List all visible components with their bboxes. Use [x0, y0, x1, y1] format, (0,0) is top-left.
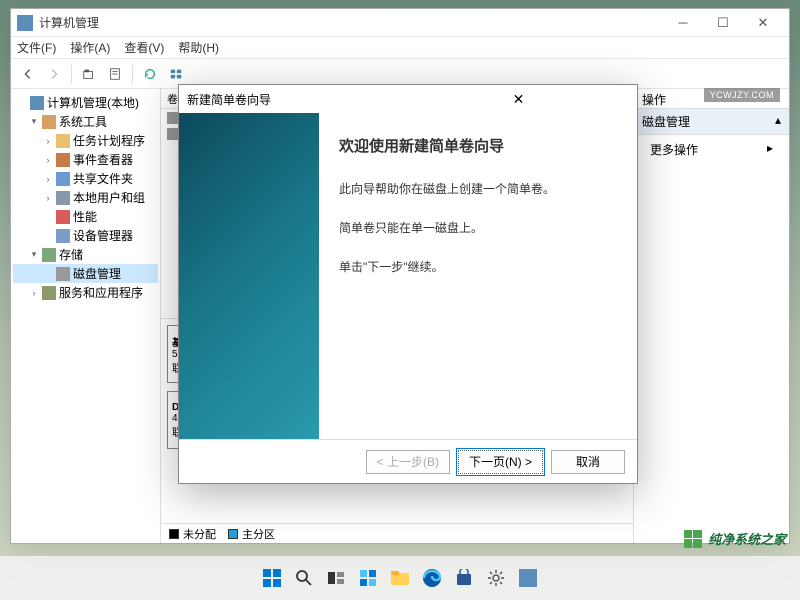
- tree-system-tools[interactable]: ▾系统工具: [13, 112, 158, 131]
- tree-root[interactable]: 计算机管理(本地): [13, 93, 158, 112]
- tree-local-users[interactable]: ›本地用户和组: [13, 188, 158, 207]
- window-title: 计算机管理: [39, 14, 663, 31]
- legend: 未分配 主分区: [161, 523, 633, 543]
- tree-task-scheduler[interactable]: ›任务计划程序: [13, 131, 158, 150]
- tree-disk-management[interactable]: 磁盘管理: [13, 264, 158, 283]
- back-button[interactable]: [17, 63, 39, 85]
- nav-tree: 计算机管理(本地) ▾系统工具 ›任务计划程序 ›事件查看器 ›共享文件夹 ›本…: [11, 89, 161, 543]
- refresh-button[interactable]: [139, 63, 161, 85]
- menu-help[interactable]: 帮助(H): [178, 39, 219, 56]
- wizard-content: 欢迎使用新建简单卷向导 此向导帮助你在磁盘上创建一个简单卷。 简单卷只能在单一磁…: [319, 113, 637, 439]
- collapse-icon: ▴: [775, 113, 781, 130]
- next-button[interactable]: 下一页(N) >: [458, 450, 543, 474]
- tree-performance[interactable]: 性能: [13, 207, 158, 226]
- actions-more[interactable]: 更多操作▸: [634, 135, 789, 164]
- menubar: 文件(F) 操作(A) 查看(V) 帮助(H): [11, 37, 789, 59]
- minimize-button[interactable]: ─: [663, 11, 703, 35]
- task-view-icon[interactable]: [323, 565, 349, 591]
- menu-view[interactable]: 查看(V): [124, 39, 164, 56]
- back-button: < 上一步(B): [366, 450, 450, 474]
- dialog-title: 新建简单卷向导: [187, 91, 408, 108]
- cancel-button[interactable]: 取消: [551, 450, 625, 474]
- titlebar: 计算机管理 ─ ☐ ✕: [11, 9, 789, 37]
- new-simple-volume-wizard: 新建简单卷向导 ✕ 欢迎使用新建简单卷向导 此向导帮助你在磁盘上创建一个简单卷。…: [178, 84, 638, 484]
- wizard-text-2: 简单卷只能在单一磁盘上。: [339, 219, 617, 238]
- watermark: 纯净系统之家: [684, 529, 786, 548]
- chevron-right-icon: ▸: [767, 141, 773, 158]
- settings-icon[interactable]: [483, 565, 509, 591]
- dialog-close-button[interactable]: ✕: [408, 91, 629, 108]
- view-button[interactable]: [165, 63, 187, 85]
- widgets-icon[interactable]: [355, 565, 381, 591]
- menu-action[interactable]: 操作(A): [70, 39, 110, 56]
- watermark-url: YCWJZY.COM: [704, 88, 780, 102]
- running-app-icon[interactable]: [515, 565, 541, 591]
- store-icon[interactable]: [451, 565, 477, 591]
- search-icon[interactable]: [291, 565, 317, 591]
- wizard-sidebar-image: [179, 113, 319, 439]
- close-button[interactable]: ✕: [743, 11, 783, 35]
- tree-shared-folders[interactable]: ›共享文件夹: [13, 169, 158, 188]
- watermark-logo-icon: [684, 530, 702, 548]
- tree-device-manager[interactable]: 设备管理器: [13, 226, 158, 245]
- tree-event-viewer[interactable]: ›事件查看器: [13, 150, 158, 169]
- app-icon: [17, 15, 33, 31]
- dialog-footer: < 上一步(B) 下一页(N) > 取消: [179, 439, 637, 483]
- explorer-icon[interactable]: [387, 565, 413, 591]
- tree-storage[interactable]: ▾存储: [13, 245, 158, 264]
- up-button[interactable]: [78, 63, 100, 85]
- dialog-titlebar: 新建简单卷向导 ✕: [179, 85, 637, 113]
- actions-pane: 操作 磁盘管理▴ 更多操作▸: [634, 89, 789, 543]
- forward-button[interactable]: [43, 63, 65, 85]
- wizard-heading: 欢迎使用新建简单卷向导: [339, 135, 617, 156]
- actions-section[interactable]: 磁盘管理▴: [634, 109, 789, 135]
- wizard-text-3: 单击"下一步"继续。: [339, 258, 617, 277]
- wizard-text-1: 此向导帮助你在磁盘上创建一个简单卷。: [339, 180, 617, 199]
- maximize-button[interactable]: ☐: [703, 11, 743, 35]
- taskbar: [0, 556, 800, 600]
- start-button[interactable]: [259, 565, 285, 591]
- menu-file[interactable]: 文件(F): [17, 39, 56, 56]
- edge-icon[interactable]: [419, 565, 445, 591]
- tree-services-apps[interactable]: ›服务和应用程序: [13, 283, 158, 302]
- properties-button[interactable]: [104, 63, 126, 85]
